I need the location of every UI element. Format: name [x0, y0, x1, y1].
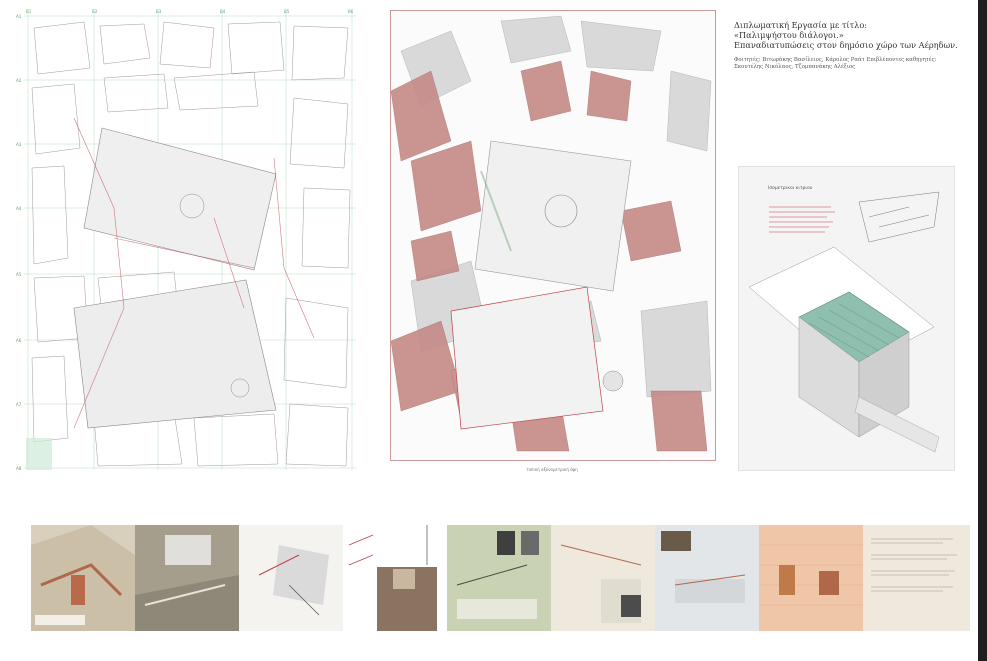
grid-label-left-3: Α3 — [16, 142, 22, 147]
board-1-image — [31, 525, 135, 631]
thesis-title-line-2: «Παλιμψήστου διάλογοι.» — [734, 30, 844, 40]
board-thumbnail-9[interactable] — [863, 525, 970, 631]
board-thumbnail-5[interactable] — [447, 525, 551, 631]
board-thumbnail-4[interactable] — [343, 525, 447, 631]
site-plan-svg: Β1 Β2 Β3 Β4 Β5 Β6 Α1 Α2 Α3 Α4 Α5 Α6 Α7 Α… — [14, 8, 359, 478]
board-thumbnail-3[interactable] — [239, 525, 343, 631]
grid-label-left-5: Α5 — [16, 272, 22, 277]
site-plan-drawing: Β1 Β2 Β3 Β4 Β5 Β6 Α1 Α2 Α3 Α4 Α5 Α6 Α7 Α… — [14, 8, 359, 478]
board-9-image — [863, 525, 970, 631]
grid-label-top-6: Β6 — [348, 9, 354, 14]
board-2-image — [135, 525, 239, 631]
credits: Φοιτητές: Βιτωράκης Βασίλειος, Κάρολος Ρ… — [734, 57, 974, 71]
board-4-image — [343, 525, 447, 631]
board-8-image — [759, 525, 863, 631]
board-thumbnail-6[interactable] — [551, 525, 655, 631]
window-edge — [978, 0, 987, 661]
isometric-title: Ισομετρικοι κιτριου — [768, 186, 813, 191]
grid-label-left-7: Α7 — [16, 402, 22, 407]
grid-label-left-1: Α1 — [16, 14, 22, 19]
grid-label-left-6: Α6 — [16, 338, 22, 343]
thesis-title-line-1: Διπλωματική Εργασία με τίτλο: — [734, 20, 868, 30]
thesis-title-line-3: Επαναδιατυπώσεις στον δημόσιο χώρο των Α… — [734, 40, 958, 50]
grid-label-left-4: Α4 — [16, 206, 22, 211]
isometric-svg — [739, 167, 954, 470]
presentation-sheet: Β1 Β2 Β3 Β4 Β5 Β6 Α1 Α2 Α3 Α4 Α5 Α6 Α7 Α… — [0, 0, 978, 661]
axonometric-plan-drawing — [390, 10, 716, 461]
credits-line-2: Σκουτέλης Νικόλαος, Τζομπανάκης Αλέξιος — [734, 64, 856, 70]
axonometric-plan-svg — [390, 11, 715, 460]
board-6-image — [551, 525, 655, 631]
board-thumbnail-2[interactable] — [135, 525, 239, 631]
grid-label-left-2: Α2 — [16, 78, 22, 83]
grid-label-top-3: Β3 — [156, 9, 162, 14]
grid-label-top-5: Β5 — [284, 9, 290, 14]
credits-line-1: Φοιτητές: Βιτωράκης Βασίλειος, Κάρολος Ρ… — [734, 57, 937, 63]
board-5-image — [447, 525, 551, 631]
board-thumbnail-8[interactable] — [759, 525, 863, 631]
isometric-panel — [738, 166, 955, 471]
title-block: Διπλωματική Εργασία με τίτλο: «Παλιμψήστ… — [734, 20, 974, 71]
grid-label-top-4: Β4 — [220, 9, 226, 14]
grid-label-left-8: Α8 — [16, 466, 22, 471]
board-7-image — [655, 525, 759, 631]
grid-label-top-2: Β2 — [92, 9, 98, 14]
board-thumbnail-7[interactable] — [655, 525, 759, 631]
board-strip — [31, 525, 970, 631]
board-thumbnail-1[interactable] — [31, 525, 135, 631]
axonometric-caption: τοπική αξονομετρική όψη — [526, 467, 578, 472]
grid-label-top-1: Β1 — [26, 9, 32, 14]
board-3-image — [239, 525, 343, 631]
